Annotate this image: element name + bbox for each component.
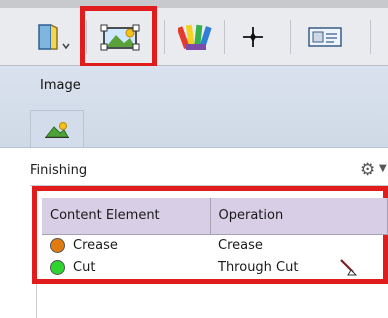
finishing-panel: Finishing ⚙ ▼ Content Element Operation … (0, 148, 388, 318)
image-frame-button[interactable] (96, 20, 146, 54)
column-header-content-element[interactable]: Content Element (42, 198, 211, 235)
table-row[interactable]: Cut Through Cut (42, 256, 388, 278)
operation-cell: Crease (210, 234, 388, 256)
toolbar-separator (86, 20, 87, 54)
cut-color-dot (50, 259, 65, 275)
content-element-name: Cut (73, 259, 96, 275)
document-flip-button[interactable] (34, 20, 74, 54)
table-header-row: Content Element Operation (42, 198, 388, 235)
toolbar-separator (290, 20, 291, 54)
crease-color-dot (50, 237, 65, 253)
content-element-cell: Cut (42, 256, 210, 278)
chevron-down-icon[interactable]: ▼ (379, 163, 387, 174)
layout-view-button[interactable] (300, 20, 350, 54)
knife-icon (340, 259, 358, 276)
image-tab[interactable] (30, 110, 84, 148)
crosshair-icon (243, 27, 263, 47)
color-swatches-button[interactable] (174, 20, 216, 54)
gear-icon[interactable]: ⚙ (360, 160, 375, 180)
toolbar-separator (370, 20, 371, 54)
finishing-header: Finishing ⚙ ▼ (30, 156, 388, 186)
finishing-title: Finishing (30, 163, 88, 178)
document-flip-icon (38, 24, 70, 50)
column-header-operation[interactable]: Operation (210, 198, 388, 235)
image-panel-label: Image (40, 78, 81, 93)
content-element-cell: Crease (42, 234, 210, 256)
panel-divider (36, 284, 37, 318)
image-panel: Image (0, 66, 388, 148)
window-top-strip (0, 0, 388, 8)
toolbar (0, 8, 388, 66)
content-element-name: Crease (73, 237, 118, 253)
finishing-table: Content Element Operation Crease Crease (42, 198, 388, 278)
color-swatches-icon (178, 24, 212, 50)
toolbar-separator (224, 20, 225, 54)
toolbar-separator (164, 20, 165, 54)
layout-view-icon (308, 27, 342, 47)
finishing-highlight-box: Content Element Operation Crease Crease (32, 186, 388, 284)
image-frame-icon (100, 24, 140, 51)
crosshair-button[interactable] (232, 20, 274, 54)
operation-name: Crease (218, 237, 263, 253)
operation-name: Through Cut (218, 259, 299, 275)
operation-cell: Through Cut (210, 256, 388, 278)
image-icon (44, 121, 69, 138)
table-row[interactable]: Crease Crease (42, 234, 388, 256)
